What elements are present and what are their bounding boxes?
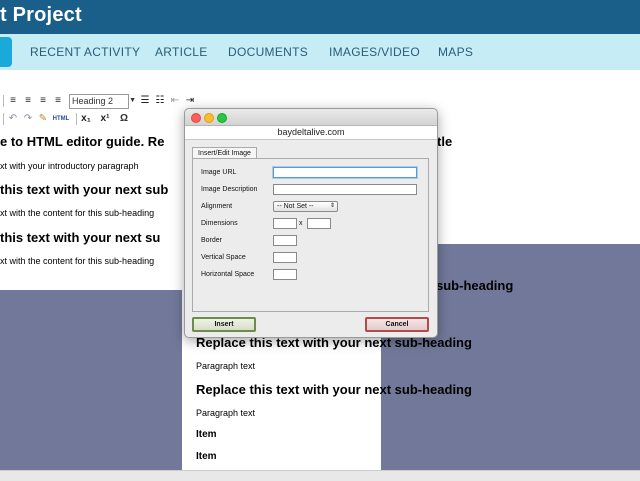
align-left-icon[interactable]: ≡ xyxy=(7,95,19,107)
format-select[interactable]: Heading 2 ▼ xyxy=(69,93,136,109)
page-title: t Project xyxy=(0,4,82,26)
editor-toolbar-row-1: ≡ ≡ ≡ ≡ Heading 2 ▼ ☰ ☷ ⇤ ⇥ xyxy=(0,93,199,109)
nav-images-video[interactable]: IMAGES/VIDEO xyxy=(329,45,420,59)
content-paragraph-text-1: Paragraph text xyxy=(196,361,256,371)
dialog-url: baydeltalive.com xyxy=(185,126,437,140)
dimensions-separator: x xyxy=(299,220,303,227)
image-description-input[interactable] xyxy=(273,184,417,195)
alignment-select[interactable]: -- Not Set -- ⇕ xyxy=(273,201,338,212)
nav-recent-activity[interactable]: RECENT ACTIVITY xyxy=(30,45,140,59)
dialog-titlebar[interactable] xyxy=(185,109,437,126)
outdent-icon[interactable]: ⇤ xyxy=(169,95,181,107)
content-paragraph-2: xt with the content for this sub-heading xyxy=(0,256,155,266)
chevron-down-icon: ▼ xyxy=(129,96,136,104)
nav-article[interactable]: ARTICLE xyxy=(155,45,208,59)
content-heading-1-tail: tle xyxy=(437,134,453,149)
special-character-icon[interactable]: Ω xyxy=(118,113,130,125)
editor-status-bar xyxy=(0,470,640,481)
cancel-button[interactable]: Cancel xyxy=(365,317,429,332)
align-justify-icon[interactable]: ≡ xyxy=(52,95,64,107)
content-paragraph-text-2: Paragraph text xyxy=(196,408,256,418)
bullet-list-icon[interactable]: ☰ xyxy=(139,95,151,107)
horizontal-space-input[interactable] xyxy=(273,269,297,280)
content-list-item-1: Item xyxy=(196,429,217,440)
align-center-icon[interactable]: ≡ xyxy=(22,95,34,107)
insert-image-dialog: baydeltalive.com Insert/Edit Image Image… xyxy=(184,108,438,338)
alignment-label: Alignment xyxy=(201,203,233,210)
undo-icon[interactable]: ↶ xyxy=(7,113,19,125)
html-source-icon[interactable]: HTML xyxy=(52,113,70,125)
top-nav: RECENT ACTIVITY ARTICLE DOCUMENTS IMAGES… xyxy=(0,34,640,70)
minimize-window-icon[interactable] xyxy=(204,113,214,123)
align-right-icon[interactable]: ≡ xyxy=(37,95,49,107)
subscript-icon[interactable]: x₁ xyxy=(80,113,92,125)
border-label: Border xyxy=(201,237,223,244)
dialog-form-panel: Image URL Image Description Alignment --… xyxy=(192,158,429,312)
content-paragraph-1: xt with the content for this sub-heading xyxy=(0,208,155,218)
content-heading-1: e to HTML editor guide. Re xyxy=(0,134,165,149)
vertical-space-label: Vertical Space xyxy=(201,254,246,261)
app-header: t Project xyxy=(0,0,640,34)
dimensions-label: Dimensions xyxy=(201,220,238,227)
toolbar-separator xyxy=(3,95,4,107)
insert-button[interactable]: Insert xyxy=(192,317,256,332)
height-input[interactable] xyxy=(307,218,331,229)
format-select-value: Heading 2 xyxy=(72,95,114,106)
nav-documents[interactable]: DOCUMENTS xyxy=(228,45,308,59)
content-intro-paragraph: xt with your introductory paragraph xyxy=(0,161,139,171)
numbered-list-icon[interactable]: ☷ xyxy=(154,95,166,107)
image-url-label: Image URL xyxy=(201,169,237,176)
width-input[interactable] xyxy=(273,218,297,229)
updown-icon: ⇕ xyxy=(329,203,335,209)
content-image-block-left xyxy=(0,290,182,470)
maximize-window-icon[interactable] xyxy=(217,113,227,123)
active-tab-indicator[interactable] xyxy=(0,37,12,67)
content-list-item-2: Item xyxy=(196,451,217,462)
horizontal-space-label: Horizontal Space xyxy=(201,271,255,278)
content-subheading-2: this text with your next su xyxy=(0,230,161,245)
superscript-icon[interactable]: x¹ xyxy=(99,113,111,125)
toolbar-separator xyxy=(76,113,77,125)
close-window-icon[interactable] xyxy=(191,113,201,123)
indent-icon[interactable]: ⇥ xyxy=(184,95,196,107)
content-subheading-tail: sub-heading xyxy=(436,278,514,293)
border-input[interactable] xyxy=(273,235,297,246)
content-subheading-1: this text with your next sub xyxy=(0,182,169,197)
nav-maps[interactable]: MAPS xyxy=(438,45,473,59)
image-url-input[interactable] xyxy=(273,167,417,178)
toolbar-separator xyxy=(3,113,4,125)
image-description-label: Image Description xyxy=(201,186,258,193)
vertical-space-input[interactable] xyxy=(273,252,297,263)
cleanup-icon[interactable]: ✎ xyxy=(37,113,49,125)
alignment-select-value: -- Not Set -- xyxy=(277,203,314,210)
content-replace-heading-2: Replace this text with your next sub-hea… xyxy=(196,382,472,397)
editor-toolbar-row-2: ↶ ↷ ✎ HTML x₁ x¹ Ω xyxy=(0,111,133,127)
redo-icon[interactable]: ↷ xyxy=(22,113,34,125)
